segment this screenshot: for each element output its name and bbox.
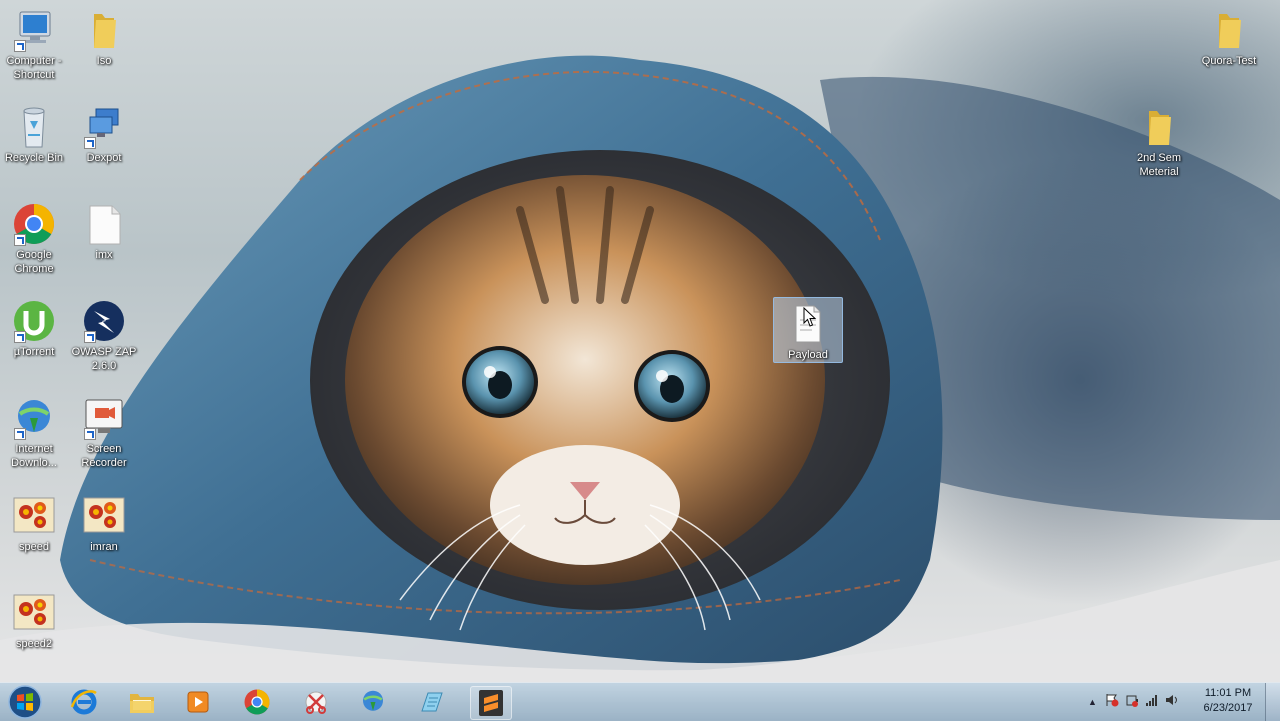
power-icon[interactable] xyxy=(1125,693,1139,712)
taskbar-text-editor[interactable] xyxy=(411,686,451,718)
dexpot-icon xyxy=(80,105,128,149)
desktop-icon-speed2[interactable]: speed2 xyxy=(0,591,69,651)
taskbar-internet-download-manager[interactable] xyxy=(353,686,393,718)
desktop-icon-screen-recorder[interactable]: Screen Recorder xyxy=(69,396,139,470)
desktop-icon-google-chrome[interactable]: Google Chrome xyxy=(0,202,69,276)
windows-explorer-icon xyxy=(130,694,154,713)
snipping-tool-icon xyxy=(305,691,327,714)
media-player-icon xyxy=(187,691,209,713)
show-hidden-icons-icon[interactable]: ▲ xyxy=(1088,697,1097,707)
desktop-icon-label: Iso xyxy=(96,55,112,67)
network-signal-icon[interactable] xyxy=(1145,693,1159,712)
text-editor-icon xyxy=(421,692,443,712)
system-tray: ▲ xyxy=(1088,683,1179,721)
folder-icon xyxy=(80,8,128,52)
taskbar-clock[interactable]: 11:01 PM 6/23/2017 xyxy=(1198,686,1258,716)
desktop-wallpaper xyxy=(0,0,1280,720)
desktop-icon-iso[interactable]: Iso xyxy=(69,8,139,68)
desktop-icon-speed[interactable]: speed xyxy=(0,494,69,554)
utorrent-icon xyxy=(10,299,58,343)
desktop-icon-2nd-sem-meterial[interactable]: 2nd Sem Meterial xyxy=(1124,105,1194,179)
recycle-bin-icon xyxy=(10,105,58,149)
internet-explorer-icon xyxy=(70,689,97,715)
desktop-icon-computer-shortcut[interactable]: Computer - Shortcut xyxy=(0,8,69,82)
kitten-wallpaper-image xyxy=(0,55,1280,720)
flower-icon xyxy=(80,494,128,538)
desktop-icon-label: Recycle Bin xyxy=(4,152,64,164)
taskbar-internet-explorer[interactable] xyxy=(64,686,104,718)
desktop-icon-label: Computer - Shortcut xyxy=(6,55,62,81)
internet-download-manager-icon xyxy=(10,396,58,440)
desktop-icon-label: imx xyxy=(95,249,113,261)
taskbar-windows-explorer[interactable] xyxy=(122,686,162,718)
show-desktop-button[interactable] xyxy=(1265,683,1280,721)
desktop-icon-label: Internet Downlo... xyxy=(11,443,57,469)
desktop-icon-label: OWASP ZAP 2.6.0 xyxy=(71,346,137,372)
desktop-icon-label: Payload xyxy=(788,349,828,361)
desktop-icon-label: 2nd Sem Meterial xyxy=(1136,152,1182,178)
desktop-icon-internet-download-manager[interactable]: Internet Downlo... xyxy=(0,396,69,470)
volume-icon[interactable] xyxy=(1165,693,1179,712)
desktop-icon-label: µTorrent xyxy=(13,346,55,358)
folder-icon xyxy=(1135,105,1183,149)
desktop-icon-label: Screen Recorder xyxy=(81,443,127,469)
desktop-icon-recycle-bin[interactable]: Recycle Bin xyxy=(0,105,69,165)
owasp-zap-icon xyxy=(80,299,128,343)
folder-icon xyxy=(1205,8,1253,52)
flower-icon xyxy=(10,591,58,635)
start-button[interactable] xyxy=(4,684,46,720)
desktop-icon-label: imran xyxy=(90,541,118,553)
desktop-icon-label: Google Chrome xyxy=(14,249,54,275)
desktop-icon-label: Quora-Test xyxy=(1201,55,1257,67)
desktop-icon-imx[interactable]: imx xyxy=(69,202,139,262)
desktop-icon-quora-test[interactable]: Quora-Test xyxy=(1194,8,1264,68)
taskbar-google-chrome[interactable] xyxy=(237,686,277,718)
computer-icon xyxy=(10,8,58,52)
flower-icon xyxy=(10,494,58,538)
chrome-icon xyxy=(244,689,270,715)
mouse-cursor-icon xyxy=(803,306,817,332)
chrome-icon xyxy=(10,202,58,246)
action-center-flag-icon[interactable] xyxy=(1105,693,1119,712)
taskbar-sublime-text[interactable] xyxy=(470,686,512,720)
screen-recorder-icon xyxy=(80,396,128,440)
taskbar-snipping-tool[interactable] xyxy=(296,686,336,718)
desktop-icon-owasp-zap[interactable]: OWASP ZAP 2.6.0 xyxy=(69,299,139,373)
taskbar-media-player[interactable] xyxy=(178,686,218,718)
sublime-text-icon xyxy=(479,690,503,716)
internet-download-manager-icon xyxy=(363,690,383,711)
file-icon xyxy=(80,202,128,246)
desktop-icon-label: speed xyxy=(19,541,49,553)
clock-time: 11:01 PM xyxy=(1204,687,1252,699)
desktop-icon-label: Dexpot xyxy=(86,152,122,164)
desktop-icon-utorrent[interactable]: µTorrent xyxy=(0,299,69,359)
clock-date: 6/23/2017 xyxy=(1203,702,1253,714)
taskbar: ▲ 11:01 PM 6/23/2017 xyxy=(0,682,1280,721)
desktop-icon-imran[interactable]: imran xyxy=(69,494,139,554)
desktop-icon-label: speed2 xyxy=(15,638,53,650)
desktop-icon-dexpot[interactable]: Dexpot xyxy=(69,105,139,165)
windows-logo-icon xyxy=(8,685,42,719)
